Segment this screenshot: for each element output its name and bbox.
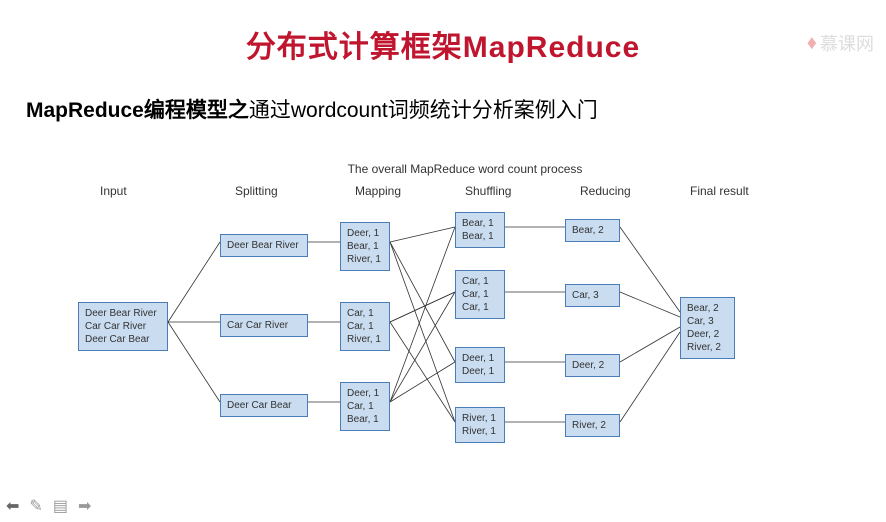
arrow-right-icon[interactable]: ➡ xyxy=(78,496,91,516)
arrow-left-icon[interactable]: ⬅ xyxy=(6,496,19,516)
header-final: Final result xyxy=(690,184,749,198)
shuffle-box-1: Car, 1 Car, 1 Car, 1 xyxy=(455,270,505,319)
header-shuffling: Shuffling xyxy=(465,184,511,198)
split-box-0: Deer Bear River xyxy=(220,234,308,257)
reduce-box-2: Deer, 2 xyxy=(565,354,620,377)
menu-icon[interactable]: ▤ xyxy=(53,496,68,516)
reduce-box-3: River, 2 xyxy=(565,414,620,437)
map-box-0: Deer, 1 Bear, 1 River, 1 xyxy=(340,222,390,271)
diagram-title: The overall MapReduce word count process xyxy=(100,162,830,176)
pencil-icon[interactable]: ✎ xyxy=(29,496,42,516)
split-box-2: Deer Car Bear xyxy=(220,394,308,417)
reduce-box-0: Bear, 2 xyxy=(565,219,620,242)
subtitle-bold: MapReduce编程模型之 xyxy=(26,99,249,122)
subtitle: MapReduce编程模型之通过wordcount词频统计分析案例入门 xyxy=(26,94,886,124)
input-box: Deer Bear River Car Car River Deer Car B… xyxy=(78,302,168,351)
header-input: Input xyxy=(100,184,127,198)
map-box-2: Deer, 1 Car, 1 Bear, 1 xyxy=(340,382,390,431)
watermark-logo: ♦ 慕课网 xyxy=(807,30,874,56)
header-splitting: Splitting xyxy=(235,184,278,198)
shuffle-box-2: Deer, 1 Deer, 1 xyxy=(455,347,505,383)
header-mapping: Mapping xyxy=(355,184,401,198)
map-box-1: Car, 1 Car, 1 River, 1 xyxy=(340,302,390,351)
shuffle-box-0: Bear, 1 Bear, 1 xyxy=(455,212,505,248)
flame-icon: ♦ xyxy=(807,32,817,55)
reduce-box-1: Car, 3 xyxy=(565,284,620,307)
page-title: 分布式计算框架MapReduce xyxy=(0,22,886,66)
subtitle-light: 通过wordcount词频统计分析案例入门 xyxy=(249,99,598,122)
presentation-toolbar: ⬅ ✎ ▤ ➡ xyxy=(6,496,91,516)
final-box: Bear, 2 Car, 3 Deer, 2 River, 2 xyxy=(680,297,735,359)
watermark-text: 慕课网 xyxy=(820,30,874,56)
header-reducing: Reducing xyxy=(580,184,631,198)
shuffle-box-3: River, 1 River, 1 xyxy=(455,407,505,443)
mapreduce-diagram: The overall MapReduce word count process… xyxy=(60,162,830,472)
split-box-1: Car Car River xyxy=(220,314,308,337)
